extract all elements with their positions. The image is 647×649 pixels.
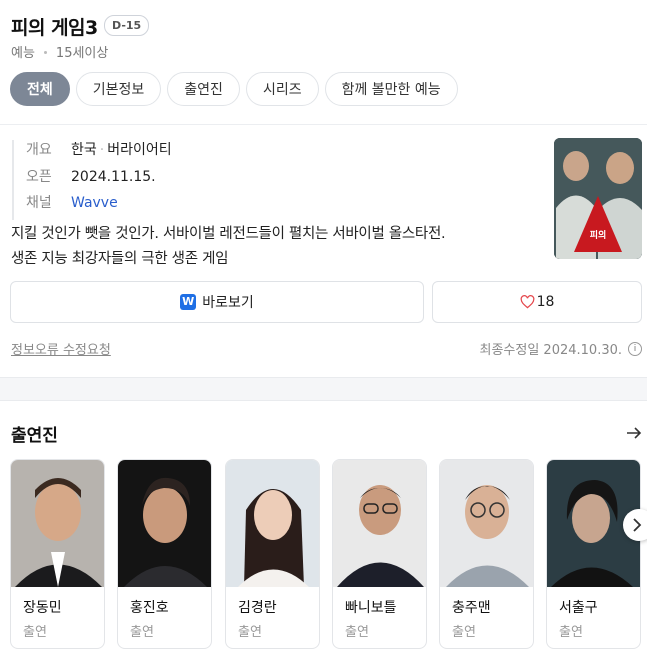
cast-name: 장동민	[23, 600, 62, 616]
watch-label: 바로보기	[202, 295, 254, 311]
genre-label: 예능	[11, 46, 35, 61]
meta-line: 예능 15세이상	[11, 42, 108, 61]
cast-name: 김경란	[238, 600, 277, 616]
cast-photo	[333, 460, 426, 587]
tab-cast[interactable]: 출연진	[167, 72, 240, 106]
cast-role: 출연	[559, 625, 583, 640]
rating-label: 15세이상	[55, 46, 109, 61]
cast-section-title: 출연진	[11, 426, 58, 446]
info-key: 오픈	[26, 168, 52, 185]
description-line: 생존 지능 최강자들의 극한 생존 게임	[11, 251, 229, 267]
cast-card[interactable]: 장동민 출연	[10, 459, 105, 649]
cast-role: 출연	[345, 625, 369, 640]
info-row-channel: 채널 Wavve	[26, 193, 172, 220]
info-key: 채널	[26, 195, 52, 211]
cast-card[interactable]: 빠니보틀 출연	[332, 459, 427, 649]
heart-icon	[520, 295, 534, 309]
country-value: 한국	[71, 142, 97, 158]
cast-name: 충주맨	[452, 600, 491, 616]
divider	[0, 124, 647, 125]
description: 지킬 것인가 뺏을 것인가. 서바이벌 레전드들이 펼치는 서바이벌 올스타전.…	[11, 222, 541, 272]
type-value: 버라이어티	[107, 142, 172, 158]
updated-text: 최종수정일 2024.10.30.	[479, 343, 623, 358]
updated-date: 최종수정일 2024.10.30. i	[479, 339, 642, 358]
separator-dot	[43, 51, 47, 54]
cast-name: 서출구	[559, 600, 598, 616]
cast-photo	[226, 460, 319, 587]
cast-photo	[11, 460, 104, 587]
cast-card[interactable]: 김경란 출연	[225, 459, 320, 649]
info-icon[interactable]: i	[628, 341, 642, 356]
report-error-link[interactable]: 정보오류 수정요청	[11, 339, 111, 358]
info-value: 한국 · 버라이어티	[71, 140, 172, 167]
watch-button[interactable]: W 바로보기	[10, 281, 424, 323]
cast-role: 출연	[130, 625, 154, 640]
chevron-right-icon[interactable]	[623, 509, 647, 541]
svg-text:피의: 피의	[590, 229, 607, 241]
cast-card[interactable]: 서출구 출연	[546, 459, 641, 649]
cast-card[interactable]: 충주맨 출연	[439, 459, 534, 649]
channel-link[interactable]: Wavve	[71, 193, 118, 220]
cast-photo	[440, 460, 533, 587]
cast-card[interactable]: 홍진호 출연	[117, 459, 212, 649]
info-key: 개요	[26, 142, 52, 158]
poster-image[interactable]: 피의	[554, 138, 642, 259]
info-row-open: 오픈 2024.11.15.	[26, 167, 172, 194]
dday-badge: D-15	[104, 15, 150, 36]
cast-photo	[118, 460, 211, 587]
description-line: 지킬 것인가 뺏을 것인가. 서바이벌 레전드들이 펼치는 서바이벌 올스타전.	[11, 226, 446, 242]
cast-name: 홍진호	[130, 600, 169, 616]
wavve-logo-icon: W	[180, 294, 197, 310]
page-title: 피의 게임3	[11, 17, 98, 39]
like-count: 18	[536, 294, 555, 310]
tab-series[interactable]: 시리즈	[245, 72, 319, 106]
like-button[interactable]: 18	[432, 281, 642, 323]
arrow-right-icon[interactable]	[626, 424, 642, 445]
separator-dot: ·	[99, 142, 105, 158]
tab-bar: 전체 기본정보 출연진 시리즈 함께 볼만한 예능	[10, 72, 458, 106]
tab-recommended[interactable]: 함께 볼만한 예능	[324, 72, 458, 106]
tab-basic-info[interactable]: 기본정보	[75, 72, 162, 106]
tab-all[interactable]: 전체	[10, 72, 70, 106]
cast-role: 출연	[238, 625, 262, 640]
cast-role: 출연	[23, 625, 47, 640]
poster-art: 피의	[554, 138, 642, 259]
open-date: 2024.11.15.	[71, 168, 156, 185]
cast-name: 빠니보틀	[345, 600, 397, 616]
cast-role: 출연	[452, 625, 476, 640]
info-row-summary: 개요 한국 · 버라이어티	[26, 140, 172, 167]
info-list: 개요 한국 · 버라이어티 오픈 2024.11.15. 채널 Wavve	[12, 140, 172, 220]
section-gap	[0, 377, 647, 401]
